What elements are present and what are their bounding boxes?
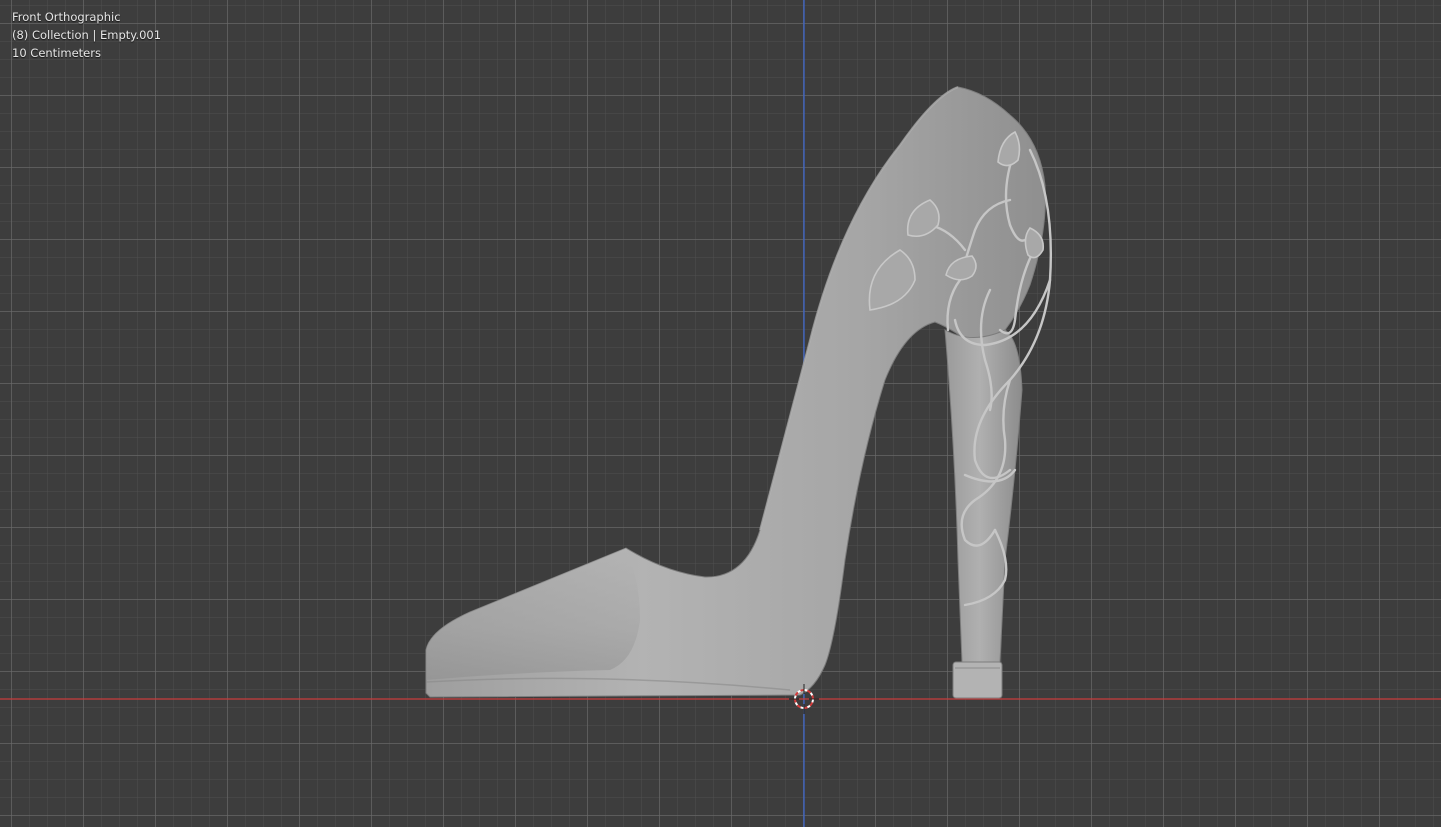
shoe-model[interactable] (425, 86, 1046, 699)
viewport-scene[interactable] (0, 0, 1441, 827)
3d-viewport[interactable]: Front Orthographic (8) Collection | Empt… (0, 0, 1441, 827)
heel-tip[interactable] (952, 661, 1003, 699)
